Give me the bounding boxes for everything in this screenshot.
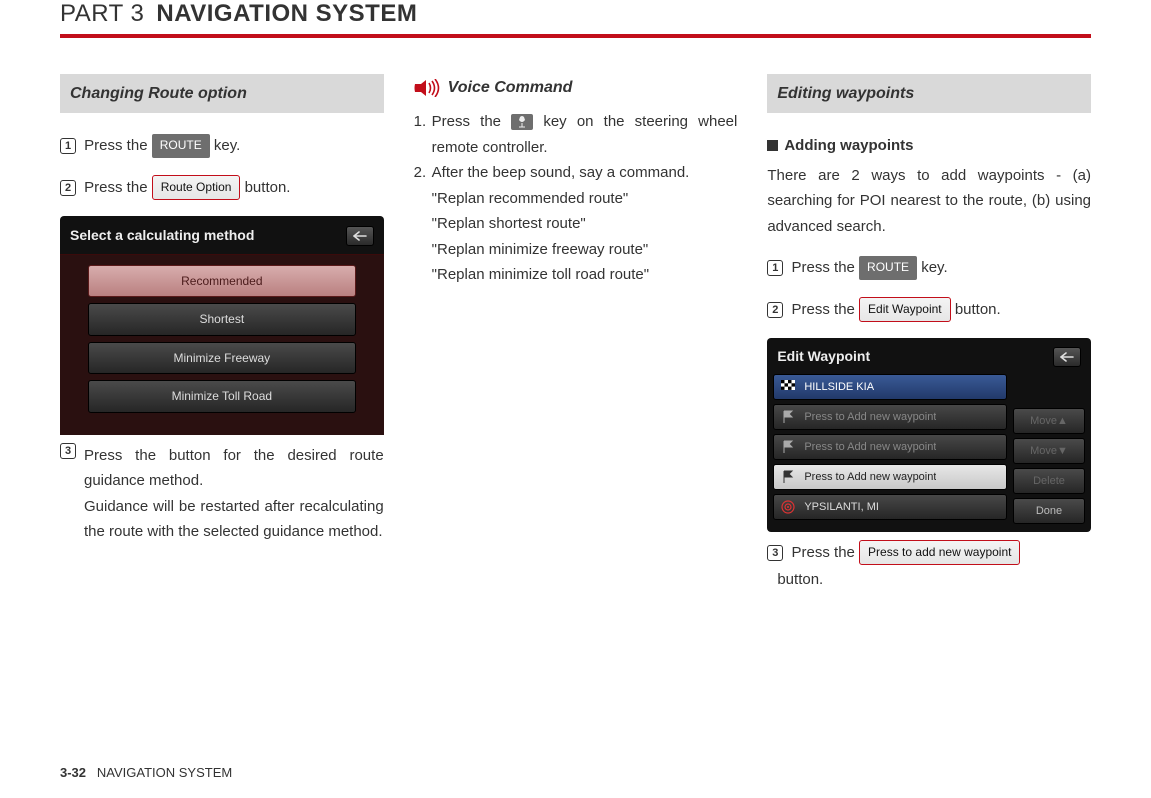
- step-3: 3 Press the button for the desired route…: [60, 443, 384, 545]
- screenshot-calc-options: Recommended Shortest Minimize Freeway Mi…: [60, 254, 384, 435]
- screenshot-calc-title: Select a calculating method: [70, 224, 254, 248]
- waypoint-side-buttons: Move▲ Move▼ Delete Done: [1013, 374, 1085, 524]
- calc-option-recommended[interactable]: Recommended: [88, 265, 356, 297]
- step1-text-b: key.: [214, 137, 240, 154]
- waypoint-row-add-2[interactable]: Press to Add new waypoint: [773, 434, 1007, 460]
- move-up-button[interactable]: Move▲: [1013, 408, 1085, 434]
- wp-step1-a: Press the: [792, 259, 860, 276]
- step3-line2: Guidance will be restarted after recalcu…: [84, 498, 384, 541]
- route-option-button: Route Option: [152, 175, 241, 200]
- wp-step-number-3: 3: [767, 545, 783, 561]
- waypoint-row-label: Press to Add new waypoint: [798, 408, 936, 427]
- voice-command-head: Voice Command: [414, 74, 738, 101]
- screenshot-edit-waypoint: Edit Waypoint HILLSIDE KIA: [767, 338, 1091, 532]
- checkered-flag-icon: [778, 378, 798, 396]
- wp-step-1: 1 Press the ROUTE key.: [767, 255, 1091, 281]
- route-key-2: ROUTE: [859, 256, 917, 279]
- voice-cmd-2: "Replan shortest route": [432, 211, 738, 237]
- square-bullet-icon: [767, 140, 778, 151]
- step-2: 2 Press the Route Option button.: [60, 175, 384, 201]
- step-number-1: 1: [60, 138, 76, 154]
- column-voice-command: Voice Command 1. Press the key on the st…: [414, 74, 738, 593]
- screenshot-calc-head: Select a calculating method: [60, 216, 384, 254]
- voice-cmd-1: "Replan recommended route": [432, 186, 738, 212]
- wp-step3-b: button.: [777, 571, 823, 588]
- mic-key-icon: [511, 114, 533, 130]
- wp-step1-b: key.: [921, 259, 947, 276]
- voice-step1-num: 1.: [414, 109, 432, 160]
- move-down-button[interactable]: Move▼: [1013, 438, 1085, 464]
- waypoint-row-label: Press to Add new waypoint: [798, 438, 936, 457]
- page-header: PART 3 NAVIGATION SYSTEM: [60, 0, 1091, 28]
- waypoint-row-add-3[interactable]: Press to Add new waypoint: [773, 464, 1007, 490]
- calc-option-min-freeway[interactable]: Minimize Freeway: [88, 342, 356, 374]
- voice-cmd-4: "Replan minimize toll road route": [432, 262, 738, 288]
- step-number-3: 3: [60, 443, 76, 459]
- step2-text-b: button.: [245, 179, 291, 196]
- column-changing-route: Changing Route option 1 Press the ROUTE …: [60, 74, 384, 593]
- wp-step2-a: Press the: [792, 301, 860, 318]
- wp-step-number-1: 1: [767, 260, 783, 276]
- wp-step2-b: button.: [955, 301, 1001, 318]
- voice-step-2: 2. After the beep sound, say a command.: [414, 160, 738, 186]
- press-to-add-waypoint-button: Press to add new waypoint: [859, 540, 1020, 565]
- flag-icon: [778, 438, 798, 456]
- step3-line1: Press the button for the desired route g…: [84, 447, 384, 490]
- waypoint-row-origin[interactable]: YPSILANTI, MI: [773, 494, 1007, 520]
- wp-step3-a: Press the: [792, 544, 860, 561]
- back-icon[interactable]: [346, 226, 374, 246]
- voice-icon: [414, 79, 442, 97]
- waypoint-row-label: Press to Add new waypoint: [798, 468, 936, 487]
- voice-step2-text: After the beep sound, say a command.: [432, 164, 690, 181]
- voice-step-1: 1. Press the key on the steering wheel r…: [414, 109, 738, 160]
- back-icon-2[interactable]: [1053, 347, 1081, 367]
- side-spacer: [1013, 374, 1085, 400]
- edit-waypoint-button: Edit Waypoint: [859, 297, 951, 322]
- waypoint-row-add-1[interactable]: Press to Add new waypoint: [773, 404, 1007, 430]
- content-columns: Changing Route option 1 Press the ROUTE …: [60, 74, 1091, 593]
- wp-step-number-2: 2: [767, 302, 783, 318]
- delete-button[interactable]: Delete: [1013, 468, 1085, 494]
- section-head-editing-waypoints: Editing waypoints: [767, 74, 1091, 113]
- sub-adding-waypoints-label: Adding waypoints: [784, 133, 913, 159]
- screenshot-edit-title: Edit Waypoint: [777, 345, 870, 369]
- waypoint-row-dest[interactable]: HILLSIDE KIA: [773, 374, 1007, 400]
- adding-waypoints-intro: There are 2 ways to add waypoints - (a) …: [767, 163, 1091, 240]
- screenshot-edit-body: HILLSIDE KIA Press to Add new waypoint P…: [767, 374, 1091, 532]
- voice-step2-num: 2.: [414, 160, 432, 186]
- part-label: PART 3: [60, 0, 144, 28]
- calc-option-shortest[interactable]: Shortest: [88, 303, 356, 335]
- waypoint-row-label: HILLSIDE KIA: [798, 378, 874, 397]
- footer-page-number: 3-32: [60, 765, 86, 780]
- step-number-2: 2: [60, 180, 76, 196]
- wp-step-3: 3 Press the Press to add new waypoint bu…: [767, 540, 1091, 593]
- voice-commands-list: "Replan recommended route" "Replan short…: [414, 186, 738, 288]
- voice-command-title: Voice Command: [448, 74, 573, 101]
- step2-text-a: Press the: [84, 179, 152, 196]
- part-title: NAVIGATION SYSTEM: [156, 0, 417, 28]
- section-head-changing-route: Changing Route option: [60, 74, 384, 113]
- route-key: ROUTE: [152, 134, 210, 157]
- voice-cmd-3: "Replan minimize freeway route": [432, 237, 738, 263]
- screenshot-calc-method: Select a calculating method Recommended …: [60, 216, 384, 434]
- wp-step-2: 2 Press the Edit Waypoint button.: [767, 297, 1091, 323]
- step-1: 1 Press the ROUTE key.: [60, 133, 384, 159]
- page-footer: 3-32 NAVIGATION SYSTEM: [60, 765, 232, 780]
- target-icon: [778, 498, 798, 516]
- done-button[interactable]: Done: [1013, 498, 1085, 524]
- screenshot-edit-head: Edit Waypoint: [767, 338, 1091, 374]
- sub-adding-waypoints: Adding waypoints: [767, 133, 1091, 159]
- column-editing-waypoints: Editing waypoints Adding waypoints There…: [767, 74, 1091, 593]
- header-divider: [60, 34, 1091, 38]
- voice-step1-a: Press the: [432, 113, 512, 130]
- calc-option-min-toll[interactable]: Minimize Toll Road: [88, 380, 356, 412]
- step1-text-a: Press the: [84, 137, 152, 154]
- waypoint-list: HILLSIDE KIA Press to Add new waypoint P…: [773, 374, 1007, 524]
- flag-icon: [778, 468, 798, 486]
- footer-label: NAVIGATION SYSTEM: [97, 765, 232, 780]
- flag-icon: [778, 408, 798, 426]
- waypoint-row-label: YPSILANTI, MI: [798, 498, 879, 517]
